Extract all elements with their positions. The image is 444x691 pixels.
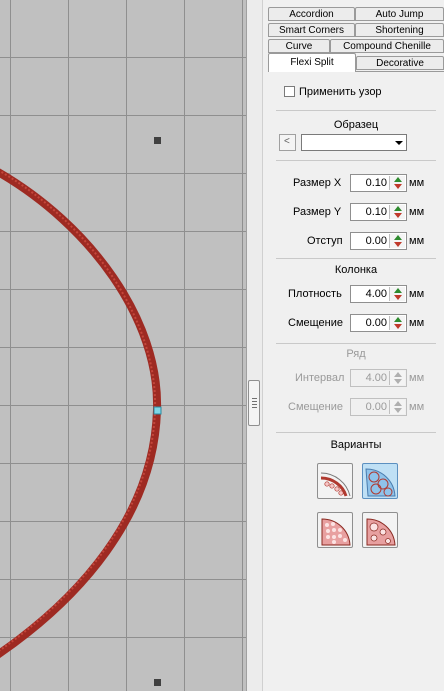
spin-buttons[interactable] — [389, 176, 405, 190]
row-title: Ряд — [346, 348, 366, 360]
tab-curve[interactable]: Curve — [268, 39, 330, 53]
interval-spinner: 4.00 — [350, 369, 407, 387]
size-y-unit: мм — [409, 206, 425, 218]
offset-spinner[interactable]: 0.00 — [350, 232, 407, 250]
column-title: Колонка — [334, 264, 378, 276]
size-x-unit: мм — [409, 177, 425, 189]
offset-label: Отступ — [307, 235, 343, 247]
row-shift-value: 0.00 — [365, 401, 387, 413]
divider — [276, 160, 436, 161]
tab-decorative[interactable]: Decorative — [356, 56, 444, 70]
tab-auto-jump[interactable]: Auto Jump — [355, 7, 444, 21]
size-x-value[interactable]: 0.10 — [351, 175, 387, 191]
node-handle — [153, 406, 162, 415]
density-spinner[interactable]: 4.00 — [350, 285, 407, 303]
size-y-value[interactable]: 0.10 — [351, 204, 387, 220]
density-label: Плотность — [288, 288, 342, 300]
row-shift-unit: мм — [409, 401, 425, 413]
red-down-arrow-icon[interactable] — [394, 242, 402, 247]
variants-title: Варианты — [330, 439, 382, 451]
density-unit: мм — [409, 288, 425, 300]
offset-value[interactable]: 0.00 — [351, 233, 387, 249]
spin-buttons[interactable] — [389, 287, 405, 301]
variant-arc-stripes-icon — [320, 472, 351, 497]
vertical-scrollbar[interactable] — [246, 0, 263, 691]
spin-buttons[interactable] — [389, 316, 405, 330]
variant-dots-fill-icon — [321, 518, 351, 546]
embroidery-arc — [0, 168, 162, 658]
tab-smart-corners[interactable]: Smart Corners — [268, 23, 355, 37]
chevron-left-icon: < — [284, 136, 290, 147]
column-shift-label: Смещение — [288, 317, 344, 329]
red-down-arrow-icon[interactable] — [394, 184, 402, 189]
interval-label: Интервал — [295, 372, 345, 384]
spin-buttons[interactable] — [389, 234, 405, 248]
red-down-arrow-icon[interactable] — [394, 213, 402, 218]
variant-1-button[interactable] — [317, 463, 353, 499]
column-shift-value[interactable]: 0.00 — [351, 315, 387, 331]
down-arrow-icon — [394, 408, 402, 413]
grid-lines — [0, 0, 246, 691]
variant-2-button[interactable] — [362, 463, 398, 499]
design-canvas[interactable] — [0, 0, 246, 691]
interval-value: 4.00 — [365, 372, 387, 384]
green-up-arrow-icon[interactable] — [394, 235, 402, 240]
up-arrow-icon — [394, 401, 402, 406]
down-arrow-icon — [394, 379, 402, 384]
column-shift-unit: мм — [409, 317, 425, 329]
size-y-spinner[interactable]: 0.10 — [350, 203, 407, 221]
chevron-down-icon — [395, 141, 403, 145]
tab-accordion[interactable]: Accordion — [268, 7, 355, 21]
tab-shortening[interactable]: Shortening — [355, 23, 444, 37]
divider — [276, 258, 436, 259]
divider — [276, 432, 436, 433]
tab-compound-chenille[interactable]: Compound Chenille — [330, 39, 444, 53]
sample-dropdown[interactable] — [301, 134, 407, 151]
size-x-label: Размер X — [293, 177, 342, 189]
row-shift-spinner: 0.00 — [350, 398, 407, 416]
apply-pattern-label: Применить узор — [299, 86, 382, 98]
spin-buttons — [389, 371, 405, 385]
red-down-arrow-icon[interactable] — [394, 295, 402, 300]
row-shift-label: Смещение — [288, 401, 344, 413]
up-arrow-icon — [394, 372, 402, 377]
size-x-spinner[interactable]: 0.10 — [350, 174, 407, 192]
green-up-arrow-icon[interactable] — [394, 177, 402, 182]
splitter-grip-icon[interactable] — [248, 380, 260, 426]
size-y-label: Размер Y — [293, 206, 342, 218]
variant-3-button[interactable] — [317, 512, 353, 548]
sample-prev-button[interactable]: < — [279, 134, 296, 151]
selection-handle-top — [154, 137, 161, 144]
selection-handle-bottom — [154, 679, 161, 686]
offset-unit: мм — [409, 235, 425, 247]
green-up-arrow-icon[interactable] — [394, 317, 402, 322]
variant-4-button[interactable] — [362, 512, 398, 548]
variant-mixed-cells-icon — [366, 518, 396, 546]
tab-flexi-split[interactable]: Flexi Split — [268, 53, 356, 72]
red-down-arrow-icon[interactable] — [394, 324, 402, 329]
variant-arc-large-cells-icon — [365, 468, 396, 497]
interval-unit: мм — [409, 372, 425, 384]
sample-title: Образец — [333, 119, 379, 131]
divider — [276, 343, 436, 344]
properties-panel — [262, 0, 444, 691]
density-value[interactable]: 4.00 — [351, 286, 387, 302]
spin-buttons — [389, 400, 405, 414]
divider — [276, 110, 436, 111]
green-up-arrow-icon[interactable] — [394, 206, 402, 211]
apply-pattern-checkbox[interactable] — [284, 86, 295, 97]
spin-buttons[interactable] — [389, 205, 405, 219]
embroidery-workspace — [0, 0, 246, 691]
green-up-arrow-icon[interactable] — [394, 288, 402, 293]
column-shift-spinner[interactable]: 0.00 — [350, 314, 407, 332]
